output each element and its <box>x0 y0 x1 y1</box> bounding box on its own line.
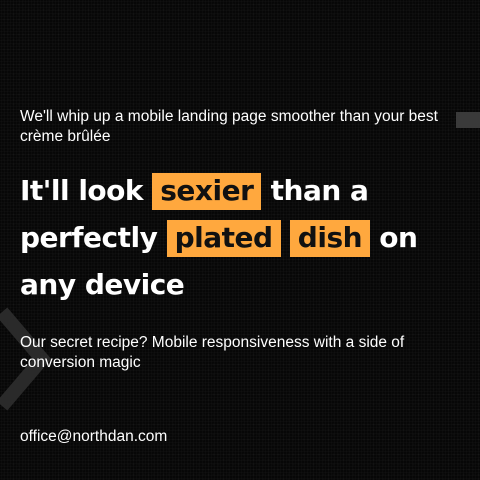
contact-email[interactable]: office@northdan.com <box>20 427 167 447</box>
highlight-dish: dish <box>289 220 371 257</box>
highlight-plated: plated <box>166 220 281 257</box>
highlight-sexier: sexier <box>152 173 262 210</box>
headline-text-1: It'll look <box>20 174 153 207</box>
hero-subtitle: We'll whip up a mobile landing page smoo… <box>20 108 438 145</box>
hero-headline: It'll look sexier than a perfectly plate… <box>20 167 480 308</box>
hero-description: Our secret recipe? Mobile responsiveness… <box>20 334 405 371</box>
